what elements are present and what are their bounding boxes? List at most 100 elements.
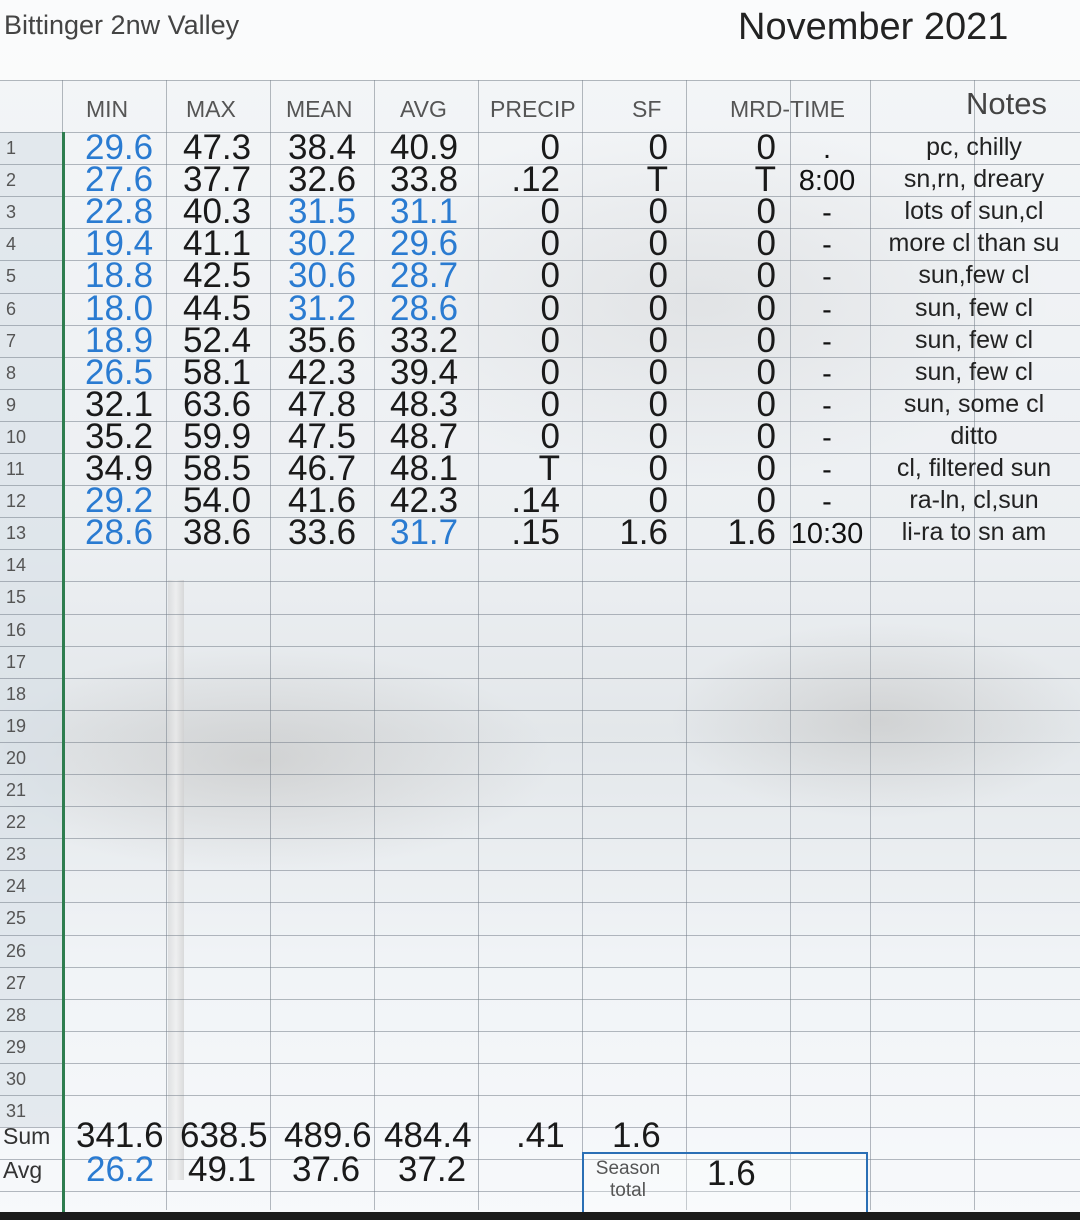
notes-cell[interactable]: ditto	[874, 423, 1074, 449]
row-number: 2	[6, 170, 17, 191]
avg-min-cell[interactable]: 26.2	[86, 1152, 154, 1187]
sum-precip-cell[interactable]: .41	[516, 1118, 565, 1153]
observation-time-cell[interactable]: -	[790, 456, 864, 485]
grid-row-line	[0, 966, 1080, 968]
avg-avg-cell[interactable]: 37.2	[398, 1152, 466, 1187]
column-header-precip[interactable]: PRECIP	[490, 96, 576, 123]
sum-row-label: Sum	[3, 1123, 51, 1149]
avg-mean-cell[interactable]: 37.6	[292, 1152, 360, 1187]
sum-mean-cell[interactable]: 489.6	[284, 1118, 372, 1153]
observation-time-cell[interactable]: -	[790, 263, 864, 292]
min-temp-cell[interactable]: 28.6	[85, 515, 153, 550]
notes-cell[interactable]: lots of sun,cl	[874, 199, 1074, 224]
notes-cell[interactable]: sun, some cl	[874, 391, 1074, 417]
column-header-sf[interactable]: SF	[632, 96, 661, 123]
observation-time-cell[interactable]: -	[790, 359, 864, 389]
observation-time-cell[interactable]: -	[790, 488, 864, 517]
grid-column-line	[166, 80, 167, 1210]
column-header-notes[interactable]: Notes	[966, 86, 1047, 122]
notes-cell[interactable]: ra-ln, cl,sun	[874, 488, 1074, 513]
station-name: Bittinger 2nw Valley	[4, 10, 240, 40]
column-header-max[interactable]: MAX	[186, 96, 236, 123]
grid-row-line	[0, 1159, 1080, 1161]
grid-row-line	[0, 645, 1080, 647]
notes-cell[interactable]: sun,few cl	[874, 263, 1074, 288]
grid-column-line	[478, 80, 479, 1210]
observation-time-cell[interactable]: 8:00	[790, 167, 864, 196]
grid-column-line	[870, 80, 871, 1210]
column-header-min[interactable]: MIN	[86, 96, 128, 123]
column-header-mrd-time[interactable]: MRD-TIME	[730, 96, 845, 123]
grid-row-line	[0, 741, 1080, 743]
snow-depth-cell[interactable]: 1.6	[710, 515, 776, 550]
grid-column-line	[270, 80, 271, 1210]
notes-cell[interactable]: sun, few cl	[874, 327, 1074, 353]
sum-min-cell[interactable]: 341.6	[76, 1118, 164, 1153]
notes-cell[interactable]: li-ra to sn am	[874, 520, 1074, 545]
row-number: 13	[6, 523, 27, 544]
avg-temp-cell[interactable]: 31.7	[390, 515, 458, 550]
grid-row-line	[0, 934, 1080, 936]
grid-row-line	[0, 1191, 1080, 1193]
row-number: 30	[6, 1068, 27, 1089]
observation-time-cell[interactable]: .	[790, 135, 864, 164]
row-number: 12	[6, 491, 27, 512]
snowfall-cell[interactable]: 1.6	[600, 515, 668, 550]
row-number: 22	[6, 812, 27, 833]
row-number: 4	[6, 234, 17, 255]
notes-cell[interactable]: cl, filtered sun	[874, 456, 1074, 481]
max-temp-cell[interactable]: 38.6	[183, 515, 251, 550]
grid-row-line	[0, 838, 1080, 840]
grid-row-line	[0, 677, 1080, 679]
row-number: 3	[6, 202, 17, 223]
observation-time-cell[interactable]: 10:30	[790, 520, 864, 549]
avg-max-cell[interactable]: 49.1	[188, 1152, 256, 1187]
grid-row-line	[0, 870, 1080, 872]
grid-column-line	[686, 80, 687, 1210]
observation-time-cell[interactable]: -	[790, 391, 864, 421]
row-number: 7	[6, 330, 17, 351]
observation-time-cell[interactable]: -	[790, 199, 864, 228]
grid-column-line	[582, 80, 583, 1210]
bottom-edge	[0, 1212, 1080, 1220]
row-number: 25	[6, 908, 27, 929]
row-number: 27	[6, 972, 27, 993]
row-number: 8	[6, 362, 17, 383]
row-number: 28	[6, 1004, 27, 1025]
row-number: 10	[6, 426, 27, 447]
column-header-avg[interactable]: AVG	[400, 96, 447, 123]
observation-time-cell[interactable]: -	[790, 295, 864, 325]
grid-column-line	[374, 80, 375, 1210]
month-title: November 2021	[738, 6, 1009, 48]
sum-sf-cell[interactable]: 1.6	[612, 1118, 661, 1153]
sum-avg-cell[interactable]: 484.4	[384, 1118, 472, 1153]
mean-temp-cell[interactable]: 33.6	[288, 515, 356, 550]
row-number: 11	[6, 459, 25, 479]
grid-row-line	[0, 1062, 1080, 1064]
precip-cell[interactable]: .15	[498, 515, 560, 550]
notes-cell[interactable]: more cl than su	[874, 231, 1074, 256]
grid-row-line	[0, 1030, 1080, 1032]
grid-row-line	[0, 774, 1080, 775]
notes-cell[interactable]: pc, chilly	[874, 135, 1074, 160]
observation-time-cell[interactable]: -	[790, 423, 864, 453]
notes-cell[interactable]: sun, few cl	[874, 295, 1074, 321]
sum-max-cell[interactable]: 638.5	[180, 1118, 268, 1153]
tree-trunk-image	[168, 580, 184, 1180]
column-header-mean[interactable]: MEAN	[286, 96, 352, 123]
row-number: 20	[6, 747, 27, 768]
row-number: 18	[6, 683, 27, 704]
row-number: 26	[6, 940, 27, 961]
row-number: 17	[6, 651, 27, 672]
notes-cell[interactable]: sn,rn, dreary	[874, 167, 1074, 192]
grid-row-line	[0, 902, 1080, 904]
row-number: 9	[6, 394, 17, 415]
row-number: 24	[6, 876, 27, 897]
season-total-value: 1.6	[707, 1154, 756, 1193]
notes-cell[interactable]: sun, few cl	[874, 359, 1074, 385]
observation-time-cell[interactable]: -	[790, 327, 864, 357]
grid-row-line	[0, 998, 1080, 1000]
observation-time-cell[interactable]: -	[790, 231, 864, 260]
row-number: 31	[6, 1101, 27, 1121]
season-total-label: Season total	[595, 1158, 661, 1201]
